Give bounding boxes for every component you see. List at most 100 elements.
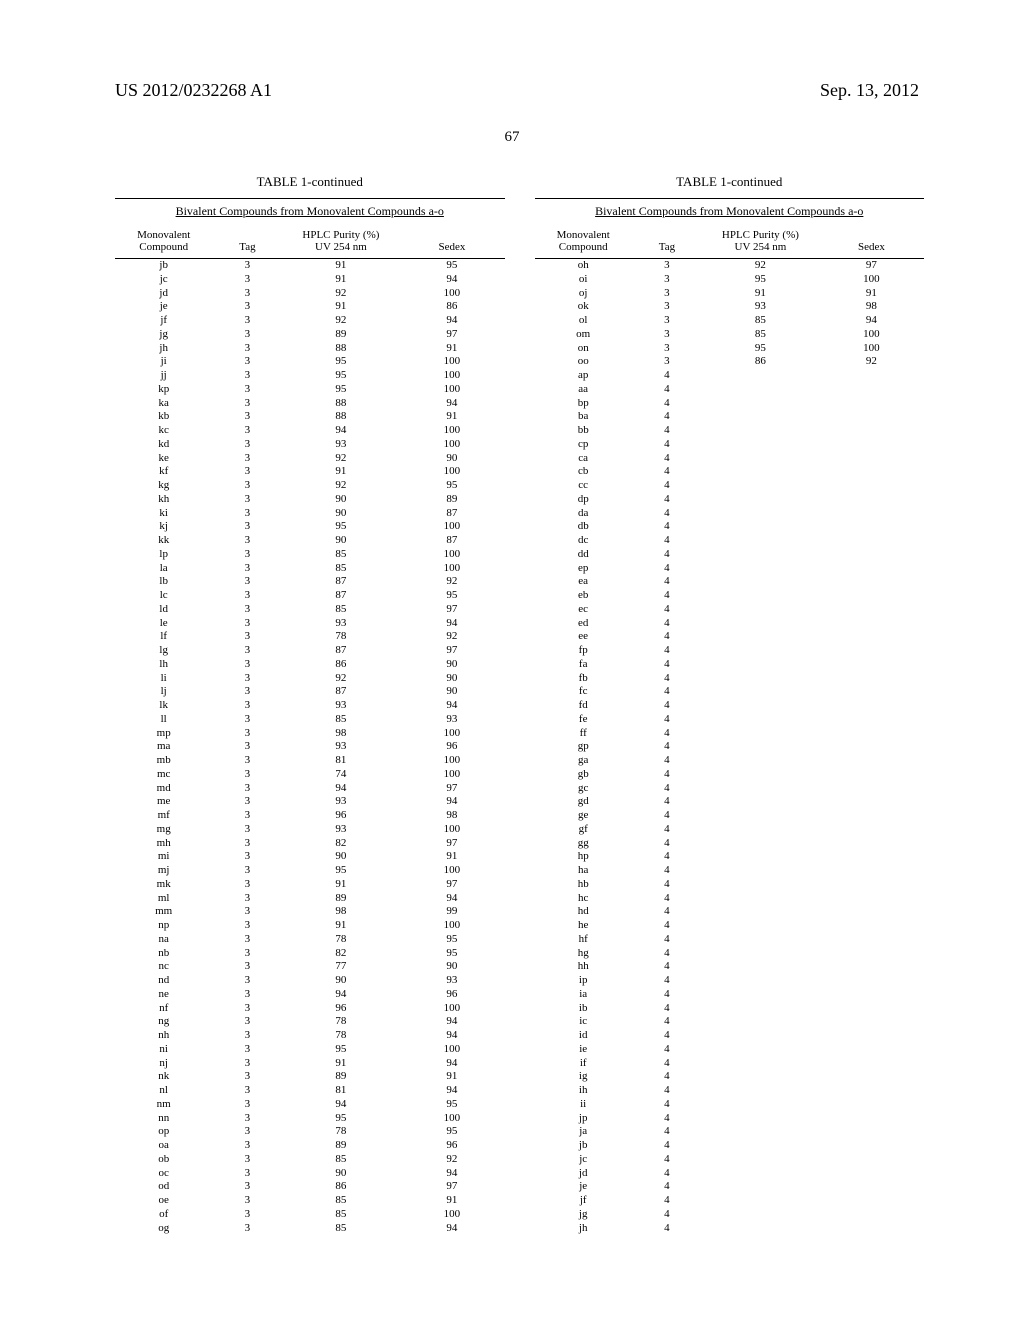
table-cell: 3 [212, 424, 282, 438]
table-cell: 78 [282, 1015, 399, 1029]
table-cell: gd [535, 795, 632, 809]
col-tag-header: Tag [212, 224, 282, 258]
table-cell: 3 [212, 809, 282, 823]
table-cell [702, 919, 819, 933]
table-row: kc394100 [115, 424, 505, 438]
table-cell: 3 [212, 685, 282, 699]
table-cell [819, 617, 924, 631]
table-cell: mk [115, 878, 212, 892]
table-row: np391100 [115, 919, 505, 933]
table-row: mg393100 [115, 823, 505, 837]
table-cell: nj [115, 1057, 212, 1071]
table-cell: ie [535, 1043, 632, 1057]
table-cell: da [535, 507, 632, 521]
table-cell: 3 [212, 974, 282, 988]
table-cell: 100 [819, 273, 924, 287]
table-cell: 3 [212, 397, 282, 411]
doc-number: US 2012/0232268 A1 [115, 80, 272, 101]
table-cell [819, 644, 924, 658]
table-cell: 95 [282, 1043, 399, 1057]
table-cell [702, 837, 819, 851]
table-cell: me [115, 795, 212, 809]
table-row: ng37894 [115, 1015, 505, 1029]
table-cell: 3 [212, 988, 282, 1002]
table-row: kk39087 [115, 534, 505, 548]
table-row: na37895 [115, 933, 505, 947]
table-row: db4 [535, 520, 925, 534]
table-cell [702, 617, 819, 631]
table-row: kp395100 [115, 383, 505, 397]
table-cell [702, 1084, 819, 1098]
table-cell [702, 823, 819, 837]
table-cell [819, 589, 924, 603]
table-cell: 95 [399, 1125, 504, 1139]
table-cell [702, 1208, 819, 1222]
table-cell: 4 [632, 933, 702, 947]
table-cell: 3 [212, 1180, 282, 1194]
table-cell: 92 [282, 314, 399, 328]
table-cell: 87 [282, 685, 399, 699]
table-cell: 3 [212, 837, 282, 851]
table-cell [819, 795, 924, 809]
table-row: fb4 [535, 672, 925, 686]
table-cell: 94 [282, 1098, 399, 1112]
table-cell: 3 [212, 782, 282, 796]
table-cell: 91 [399, 850, 504, 864]
table-cell: 95 [399, 589, 504, 603]
table-cell [819, 864, 924, 878]
table-cell: 90 [399, 658, 504, 672]
table-cell: 92 [282, 479, 399, 493]
table-row: dc4 [535, 534, 925, 548]
table-cell: 94 [282, 782, 399, 796]
table-cell: mp [115, 727, 212, 741]
table-cell: 3 [212, 658, 282, 672]
table-cell [702, 740, 819, 754]
table-cell: 91 [282, 465, 399, 479]
table-row: ke39290 [115, 452, 505, 466]
table-cell: 4 [632, 727, 702, 741]
table-cell: 3 [212, 328, 282, 342]
table-row: me39394 [115, 795, 505, 809]
table-cell: 4 [632, 1015, 702, 1029]
table-cell [819, 905, 924, 919]
table-cell: 98 [819, 300, 924, 314]
table-cell: 4 [632, 630, 702, 644]
table-row: nk38991 [115, 1070, 505, 1084]
table-cell: 3 [212, 1002, 282, 1016]
table-cell: 4 [632, 1043, 702, 1057]
table-cell: om [535, 328, 632, 342]
table-row: kd393100 [115, 438, 505, 452]
table-cell: 91 [282, 878, 399, 892]
table-row: jf4 [535, 1194, 925, 1208]
table-cell [819, 1167, 924, 1181]
table-cell: 92 [282, 287, 399, 301]
table-cell: 93 [282, 617, 399, 631]
table-cell: jb [535, 1139, 632, 1153]
table-cell [819, 438, 924, 452]
table-row: oc39094 [115, 1167, 505, 1181]
table-cell: 3 [212, 864, 282, 878]
table-row: ll38593 [115, 713, 505, 727]
table-cell: 93 [282, 438, 399, 452]
table-cell: 92 [819, 355, 924, 369]
table-cell: 4 [632, 1070, 702, 1084]
table-cell: 78 [282, 1125, 399, 1139]
table-cell: 4 [632, 1098, 702, 1112]
table-cell: 3 [212, 259, 282, 273]
table-row: ee4 [535, 630, 925, 644]
table-cell: la [115, 562, 212, 576]
table-cell: 3 [212, 878, 282, 892]
table-cell: mf [115, 809, 212, 823]
table-cell [819, 837, 924, 851]
table-cell: 4 [632, 905, 702, 919]
table-row: ap4 [535, 369, 925, 383]
table-row: je4 [535, 1180, 925, 1194]
table-cell [819, 1015, 924, 1029]
table-cell [819, 520, 924, 534]
table-row: nb38295 [115, 947, 505, 961]
table-cell: 93 [702, 300, 819, 314]
table-row: lj38790 [115, 685, 505, 699]
table-cell: ee [535, 630, 632, 644]
table-cell: 4 [632, 603, 702, 617]
table-cell: 4 [632, 1153, 702, 1167]
